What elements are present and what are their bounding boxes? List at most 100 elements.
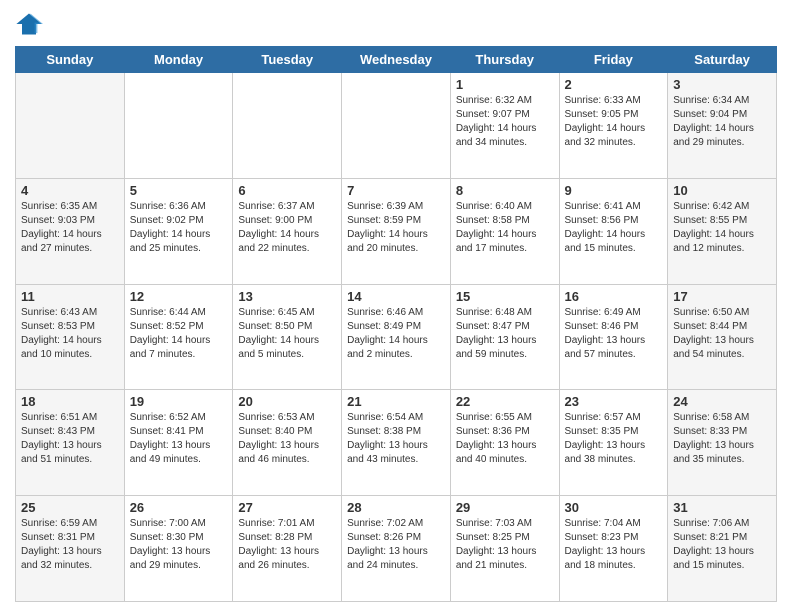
weekday-header-sunday: Sunday xyxy=(16,47,125,73)
day-info: Sunrise: 6:46 AM Sunset: 8:49 PM Dayligh… xyxy=(347,306,445,362)
day-number: 1 xyxy=(456,77,554,92)
calendar-cell xyxy=(233,73,342,179)
weekday-header-friday: Friday xyxy=(559,47,668,73)
weekday-header-saturday: Saturday xyxy=(668,47,777,73)
day-number: 16 xyxy=(565,289,663,304)
calendar-cell: 9 Sunrise: 6:41 AM Sunset: 8:56 PM Daylig… xyxy=(559,178,668,284)
day-info: Sunrise: 6:41 AM Sunset: 8:56 PM Dayligh… xyxy=(565,200,663,256)
calendar-cell: 2 Sunrise: 6:33 AM Sunset: 9:05 PM Daylig… xyxy=(559,73,668,179)
calendar-cell: 3 Sunrise: 6:34 AM Sunset: 9:04 PM Daylig… xyxy=(668,73,777,179)
day-info: Sunrise: 6:50 AM Sunset: 8:44 PM Dayligh… xyxy=(673,306,771,362)
day-number: 26 xyxy=(130,500,228,515)
day-info: Sunrise: 6:48 AM Sunset: 8:47 PM Dayligh… xyxy=(456,306,554,362)
day-number: 3 xyxy=(673,77,771,92)
weekday-header-tuesday: Tuesday xyxy=(233,47,342,73)
day-number: 23 xyxy=(565,394,663,409)
calendar-cell: 15 Sunrise: 6:48 AM Sunset: 8:47 PM Dayli… xyxy=(450,284,559,390)
logo xyxy=(15,10,45,38)
day-info: Sunrise: 6:45 AM Sunset: 8:50 PM Dayligh… xyxy=(238,306,336,362)
day-number: 24 xyxy=(673,394,771,409)
calendar-cell: 10 Sunrise: 6:42 AM Sunset: 8:55 PM Dayli… xyxy=(668,178,777,284)
day-number: 6 xyxy=(238,183,336,198)
calendar-cell: 28Sunrise: 7:02 AM Sunset: 8:26 PM Dayli… xyxy=(342,496,451,602)
calendar-cell: 16Sunrise: 6:49 AM Sunset: 8:46 PM Dayli… xyxy=(559,284,668,390)
calendar-cell: 5 Sunrise: 6:36 AM Sunset: 9:02 PM Daylig… xyxy=(124,178,233,284)
day-number: 2 xyxy=(565,77,663,92)
day-number: 10 xyxy=(673,183,771,198)
calendar-cell: 8 Sunrise: 6:40 AM Sunset: 8:58 PM Daylig… xyxy=(450,178,559,284)
day-info: Sunrise: 6:59 AM Sunset: 8:31 PM Dayligh… xyxy=(21,517,119,573)
day-info: Sunrise: 7:04 AM Sunset: 8:23 PM Dayligh… xyxy=(565,517,663,573)
weekday-header-thursday: Thursday xyxy=(450,47,559,73)
day-info: Sunrise: 6:58 AM Sunset: 8:33 PM Dayligh… xyxy=(673,411,771,467)
calendar-cell: 21Sunrise: 6:54 AM Sunset: 8:38 PM Dayli… xyxy=(342,390,451,496)
calendar-cell: 6 Sunrise: 6:37 AM Sunset: 9:00 PM Daylig… xyxy=(233,178,342,284)
page: SundayMondayTuesdayWednesdayThursdayFrid… xyxy=(0,0,792,612)
calendar-cell: 29Sunrise: 7:03 AM Sunset: 8:25 PM Dayli… xyxy=(450,496,559,602)
day-number: 22 xyxy=(456,394,554,409)
day-number: 27 xyxy=(238,500,336,515)
day-info: Sunrise: 6:36 AM Sunset: 9:02 PM Dayligh… xyxy=(130,200,228,256)
calendar-cell: 19 Sunrise: 6:52 AM Sunset: 8:41 PM Dayli… xyxy=(124,390,233,496)
weekday-header-monday: Monday xyxy=(124,47,233,73)
calendar-cell: 1 Sunrise: 6:32 AM Sunset: 9:07 PM Daylig… xyxy=(450,73,559,179)
day-number: 31 xyxy=(673,500,771,515)
day-info: Sunrise: 6:40 AM Sunset: 8:58 PM Dayligh… xyxy=(456,200,554,256)
day-number: 8 xyxy=(456,183,554,198)
day-number: 12 xyxy=(130,289,228,304)
day-number: 19 xyxy=(130,394,228,409)
day-info: Sunrise: 6:57 AM Sunset: 8:35 PM Dayligh… xyxy=(565,411,663,467)
day-number: 20 xyxy=(238,394,336,409)
week-row-3: 11Sunrise: 6:43 AM Sunset: 8:53 PM Dayli… xyxy=(16,284,777,390)
day-number: 17 xyxy=(673,289,771,304)
week-row-1: 1 Sunrise: 6:32 AM Sunset: 9:07 PM Daylig… xyxy=(16,73,777,179)
calendar-cell: 7 Sunrise: 6:39 AM Sunset: 8:59 PM Daylig… xyxy=(342,178,451,284)
day-info: Sunrise: 6:34 AM Sunset: 9:04 PM Dayligh… xyxy=(673,94,771,150)
calendar-cell: 20Sunrise: 6:53 AM Sunset: 8:40 PM Dayli… xyxy=(233,390,342,496)
day-info: Sunrise: 7:02 AM Sunset: 8:26 PM Dayligh… xyxy=(347,517,445,573)
day-info: Sunrise: 6:52 AM Sunset: 8:41 PM Dayligh… xyxy=(130,411,228,467)
day-info: Sunrise: 6:35 AM Sunset: 9:03 PM Dayligh… xyxy=(21,200,119,256)
calendar-cell xyxy=(124,73,233,179)
calendar-cell: 25 Sunrise: 6:59 AM Sunset: 8:31 PM Dayli… xyxy=(16,496,125,602)
calendar-cell: 27 Sunrise: 7:01 AM Sunset: 8:28 PM Dayli… xyxy=(233,496,342,602)
calendar-cell: 17 Sunrise: 6:50 AM Sunset: 8:44 PM Dayli… xyxy=(668,284,777,390)
day-info: Sunrise: 6:42 AM Sunset: 8:55 PM Dayligh… xyxy=(673,200,771,256)
calendar-cell: 18Sunrise: 6:51 AM Sunset: 8:43 PM Dayli… xyxy=(16,390,125,496)
calendar-cell: 14 Sunrise: 6:46 AM Sunset: 8:49 PM Dayli… xyxy=(342,284,451,390)
day-info: Sunrise: 6:55 AM Sunset: 8:36 PM Dayligh… xyxy=(456,411,554,467)
day-number: 15 xyxy=(456,289,554,304)
day-info: Sunrise: 6:33 AM Sunset: 9:05 PM Dayligh… xyxy=(565,94,663,150)
week-row-5: 25 Sunrise: 6:59 AM Sunset: 8:31 PM Dayli… xyxy=(16,496,777,602)
logo-icon xyxy=(15,10,43,38)
day-number: 4 xyxy=(21,183,119,198)
day-info: Sunrise: 6:51 AM Sunset: 8:43 PM Dayligh… xyxy=(21,411,119,467)
day-info: Sunrise: 6:39 AM Sunset: 8:59 PM Dayligh… xyxy=(347,200,445,256)
calendar-cell: 26 Sunrise: 7:00 AM Sunset: 8:30 PM Dayli… xyxy=(124,496,233,602)
day-number: 29 xyxy=(456,500,554,515)
day-number: 9 xyxy=(565,183,663,198)
day-info: Sunrise: 7:06 AM Sunset: 8:21 PM Dayligh… xyxy=(673,517,771,573)
day-number: 7 xyxy=(347,183,445,198)
calendar-cell xyxy=(16,73,125,179)
day-number: 14 xyxy=(347,289,445,304)
calendar-cell: 23 Sunrise: 6:57 AM Sunset: 8:35 PM Dayli… xyxy=(559,390,668,496)
day-number: 13 xyxy=(238,289,336,304)
calendar-table: SundayMondayTuesdayWednesdayThursdayFrid… xyxy=(15,46,777,602)
day-number: 5 xyxy=(130,183,228,198)
calendar-cell xyxy=(342,73,451,179)
weekday-header-row: SundayMondayTuesdayWednesdayThursdayFrid… xyxy=(16,47,777,73)
calendar-cell: 13 Sunrise: 6:45 AM Sunset: 8:50 PM Dayli… xyxy=(233,284,342,390)
day-number: 30 xyxy=(565,500,663,515)
header xyxy=(15,10,777,38)
day-number: 25 xyxy=(21,500,119,515)
day-info: Sunrise: 6:37 AM Sunset: 9:00 PM Dayligh… xyxy=(238,200,336,256)
day-number: 11 xyxy=(21,289,119,304)
day-info: Sunrise: 7:01 AM Sunset: 8:28 PM Dayligh… xyxy=(238,517,336,573)
day-info: Sunrise: 6:44 AM Sunset: 8:52 PM Dayligh… xyxy=(130,306,228,362)
calendar-cell: 4 Sunrise: 6:35 AM Sunset: 9:03 PM Daylig… xyxy=(16,178,125,284)
week-row-2: 4 Sunrise: 6:35 AM Sunset: 9:03 PM Daylig… xyxy=(16,178,777,284)
day-info: Sunrise: 7:00 AM Sunset: 8:30 PM Dayligh… xyxy=(130,517,228,573)
calendar-cell: 11Sunrise: 6:43 AM Sunset: 8:53 PM Dayli… xyxy=(16,284,125,390)
day-info: Sunrise: 6:32 AM Sunset: 9:07 PM Dayligh… xyxy=(456,94,554,150)
